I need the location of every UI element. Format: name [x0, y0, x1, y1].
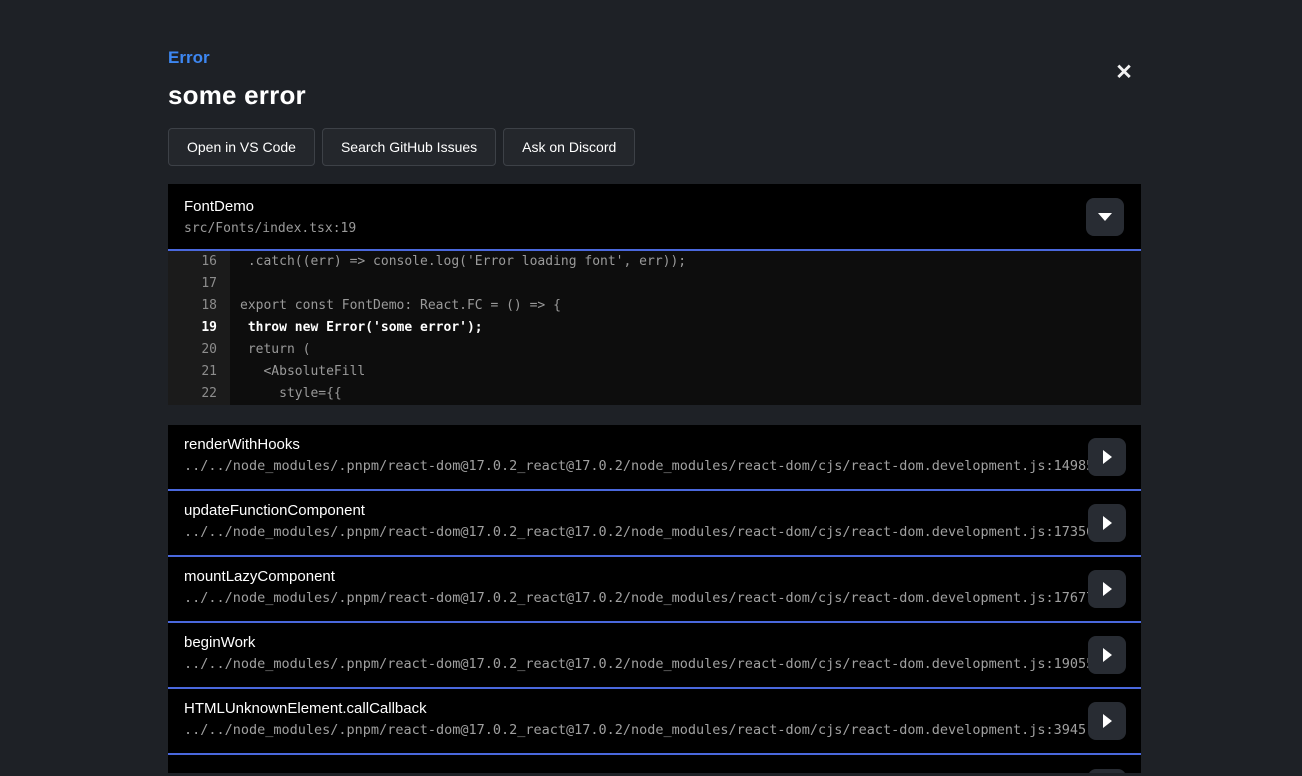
frame-file-path: ../../node_modules/.pnpm/react-dom@17.0.… [184, 458, 1141, 474]
ask-on-discord-button[interactable]: Ask on Discord [503, 128, 635, 166]
expand-frame-button[interactable] [1088, 438, 1126, 476]
open-in-vscode-button[interactable]: Open in VS Code [168, 128, 315, 166]
line-code [230, 273, 1141, 295]
code-line: 18 export const FontDemo: React.FC = () … [168, 295, 1141, 317]
error-overlay: Error some error Open in VS Code Search … [168, 0, 1141, 773]
code-block: 16 .catch((err) => console.log('Error lo… [168, 251, 1141, 405]
frame-function-name: updateFunctionComponent [184, 491, 1141, 519]
frame-function-name: renderWithHooks [184, 425, 1141, 453]
chevron-down-icon [1098, 213, 1112, 221]
line-code: .catch((err) => console.log('Error loadi… [230, 251, 1141, 273]
code-line: 22 style={{ [168, 383, 1141, 405]
frame-file-path: ../../node_modules/.pnpm/react-dom@17.0.… [184, 656, 1141, 672]
source-location: src/Fonts/index.tsx:19 [184, 221, 1125, 236]
expand-frame-button[interactable] [1088, 702, 1126, 740]
action-buttons-row: Open in VS Code Search GitHub Issues Ask… [168, 128, 1141, 166]
expand-frame-button[interactable] [1088, 570, 1126, 608]
line-code: <AbsoluteFill [230, 361, 1141, 383]
expand-frame-button[interactable] [1088, 504, 1126, 542]
frame-file-path: ../../node_modules/.pnpm/react-dom@17.0.… [184, 524, 1141, 540]
code-line: 20 return ( [168, 339, 1141, 361]
code-line: 21 <AbsoluteFill [168, 361, 1141, 383]
line-number: 18 [168, 295, 230, 317]
error-kind-label: Error [168, 48, 1141, 68]
code-line-highlighted: 19 throw new Error('some error'); [168, 317, 1141, 339]
stack-frame-row: mountLazyComponent ../../node_modules/.p… [168, 557, 1141, 623]
line-number: 20 [168, 339, 230, 361]
search-github-issues-button[interactable]: Search GitHub Issues [322, 128, 496, 166]
collapse-code-button[interactable] [1086, 198, 1124, 236]
stack-frame-row: renderWithHooks ../../node_modules/.pnpm… [168, 425, 1141, 491]
frame-function-name: mountLazyComponent [184, 557, 1141, 585]
line-number: 17 [168, 273, 230, 295]
error-message: some error [168, 80, 1141, 111]
line-code: throw new Error('some error'); [230, 317, 1141, 339]
code-frame-header: FontDemo src/Fonts/index.tsx:19 [168, 184, 1141, 251]
line-code: style={{ [230, 383, 1141, 405]
frame-function-name: beginWork [184, 623, 1141, 651]
code-line: 17 [168, 273, 1141, 295]
line-code: export const FontDemo: React.FC = () => … [230, 295, 1141, 317]
line-number: 22 [168, 383, 230, 405]
chevron-right-icon [1103, 648, 1112, 662]
stack-frame-row: HTMLUnknownElement.callCallback ../../no… [168, 689, 1141, 755]
frame-file-path: ../../node_modules/.pnpm/react-dom@17.0.… [184, 590, 1141, 606]
line-code: return ( [230, 339, 1141, 361]
frame-function-name: HTMLUnknownElement.callCallback [184, 689, 1141, 717]
line-number: 16 [168, 251, 230, 273]
expand-frame-button[interactable] [1088, 769, 1126, 773]
stack-frame-row-partial [168, 755, 1141, 773]
stack-frame-row: beginWork ../../node_modules/.pnpm/react… [168, 623, 1141, 689]
component-name: FontDemo [184, 198, 1125, 215]
stack-frame-row: updateFunctionComponent ../../node_modul… [168, 491, 1141, 557]
stack-trace-list: renderWithHooks ../../node_modules/.pnpm… [168, 425, 1141, 773]
frame-file-path: ../../node_modules/.pnpm/react-dom@17.0.… [184, 722, 1141, 738]
code-frame-panel: FontDemo src/Fonts/index.tsx:19 16 .catc… [168, 184, 1141, 405]
code-line: 16 .catch((err) => console.log('Error lo… [168, 251, 1141, 273]
chevron-right-icon [1103, 714, 1112, 728]
chevron-right-icon [1103, 450, 1112, 464]
line-number: 21 [168, 361, 230, 383]
chevron-right-icon [1103, 582, 1112, 596]
chevron-right-icon [1103, 516, 1112, 530]
line-number: 19 [168, 317, 230, 339]
expand-frame-button[interactable] [1088, 636, 1126, 674]
